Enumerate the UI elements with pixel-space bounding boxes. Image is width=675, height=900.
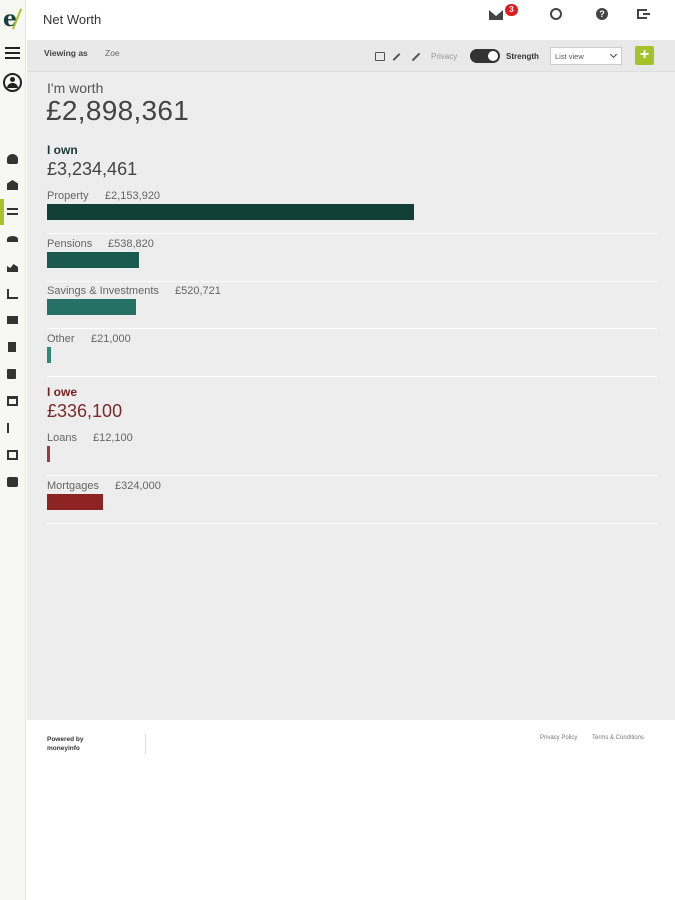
mail-icon[interactable] bbox=[489, 10, 503, 20]
toolbar: Viewing as Zoe Privacy Strength List vie… bbox=[27, 40, 675, 72]
privacy-label: Privacy bbox=[431, 52, 458, 61]
liability-bar bbox=[47, 446, 50, 462]
help-icon[interactable]: ? bbox=[596, 8, 608, 20]
liability-amount: £12,100 bbox=[93, 432, 133, 444]
page-title: Net Worth bbox=[43, 12, 102, 27]
umbrella-icon[interactable] bbox=[7, 236, 18, 242]
liability-name: Loans bbox=[47, 432, 77, 444]
strength-label[interactable]: Strength bbox=[506, 52, 539, 61]
briefcase-icon[interactable] bbox=[7, 477, 18, 487]
view-select[interactable]: List view bbox=[550, 47, 622, 65]
asset-amount: £538,820 bbox=[108, 237, 154, 250]
video-icon[interactable] bbox=[7, 369, 16, 379]
owe-label: I owe bbox=[47, 385, 78, 399]
unread-badge: 3 bbox=[505, 4, 518, 16]
terms-link[interactable]: Terms & Conditions bbox=[592, 735, 644, 741]
footer: Powered by moneyinfo Privacy Policy Term… bbox=[27, 720, 675, 900]
asset-bar bbox=[47, 204, 414, 220]
asset-row[interactable]: Savings & Investments £520,721 bbox=[47, 285, 657, 329]
active-indicator bbox=[0, 199, 4, 225]
logo[interactable]: e bbox=[3, 6, 25, 34]
envelope-icon[interactable] bbox=[7, 316, 18, 324]
asset-bar bbox=[47, 251, 139, 268]
left-rail: e bbox=[0, 0, 26, 900]
asset-row[interactable]: Pensions £538,820 bbox=[47, 238, 657, 282]
expand-icon[interactable] bbox=[411, 52, 421, 62]
asset-row[interactable]: Other £21,000 bbox=[47, 333, 657, 377]
liability-row[interactable]: Mortgages £324,000 bbox=[47, 480, 657, 524]
worth-value: £2,898,361 bbox=[46, 95, 190, 126]
chart-area-icon[interactable] bbox=[7, 264, 18, 272]
liability-name: Mortgages bbox=[47, 479, 99, 492]
logout-icon[interactable] bbox=[637, 9, 650, 19]
bar-chart-icon[interactable] bbox=[7, 289, 18, 299]
main-content: Viewing as Zoe Privacy Strength List vie… bbox=[27, 40, 675, 720]
asset-amount: £2,153,920 bbox=[105, 190, 161, 202]
chevron-down-icon bbox=[609, 50, 618, 59]
calendar-icon[interactable] bbox=[7, 396, 18, 406]
document-icon[interactable] bbox=[8, 342, 16, 352]
asset-name: Other bbox=[47, 332, 75, 345]
flag-icon[interactable] bbox=[7, 423, 13, 433]
add-button[interactable]: + bbox=[635, 46, 654, 65]
view-select-value: List view bbox=[555, 52, 584, 61]
top-header: Net Worth 3 ? bbox=[26, 0, 675, 40]
privacy-toggle[interactable] bbox=[470, 49, 500, 63]
liability-row[interactable]: Loans £12,100 bbox=[47, 432, 657, 476]
bank-icon[interactable] bbox=[7, 180, 18, 190]
viewing-as-label: Viewing as bbox=[44, 48, 88, 58]
liability-amount: £324,000 bbox=[115, 479, 161, 492]
privacy-policy-link[interactable]: Privacy Policy bbox=[540, 735, 577, 741]
menu-icon[interactable] bbox=[5, 47, 20, 61]
liability-bar bbox=[47, 493, 103, 510]
user-circle-icon[interactable] bbox=[3, 73, 22, 92]
asset-bar bbox=[47, 299, 136, 315]
asset-amount: £520,721 bbox=[175, 285, 221, 297]
print-icon[interactable] bbox=[375, 52, 385, 61]
viewing-as-name[interactable]: Zoe bbox=[105, 48, 120, 58]
calendar-check-icon[interactable] bbox=[7, 450, 18, 460]
asset-row[interactable]: Property £2,153,920 bbox=[47, 190, 657, 234]
profile-icon[interactable] bbox=[550, 8, 562, 20]
edit-icon[interactable] bbox=[392, 53, 401, 61]
dashboard-icon[interactable] bbox=[7, 154, 18, 164]
footer-divider bbox=[145, 734, 146, 754]
powered-by: Powered by moneyinfo bbox=[47, 736, 84, 752]
own-value: £3,234,461 bbox=[47, 159, 138, 179]
worth-label: I'm worth bbox=[47, 80, 104, 96]
asset-name: Pensions bbox=[47, 237, 93, 250]
asset-amount: £21,000 bbox=[91, 332, 131, 345]
asset-bar bbox=[47, 346, 51, 363]
own-label: I own bbox=[47, 143, 78, 157]
asset-name: Property bbox=[47, 190, 89, 202]
owe-value: £336,100 bbox=[47, 401, 123, 421]
transfer-icon[interactable] bbox=[7, 208, 18, 215]
asset-name: Savings & Investments bbox=[47, 285, 159, 297]
